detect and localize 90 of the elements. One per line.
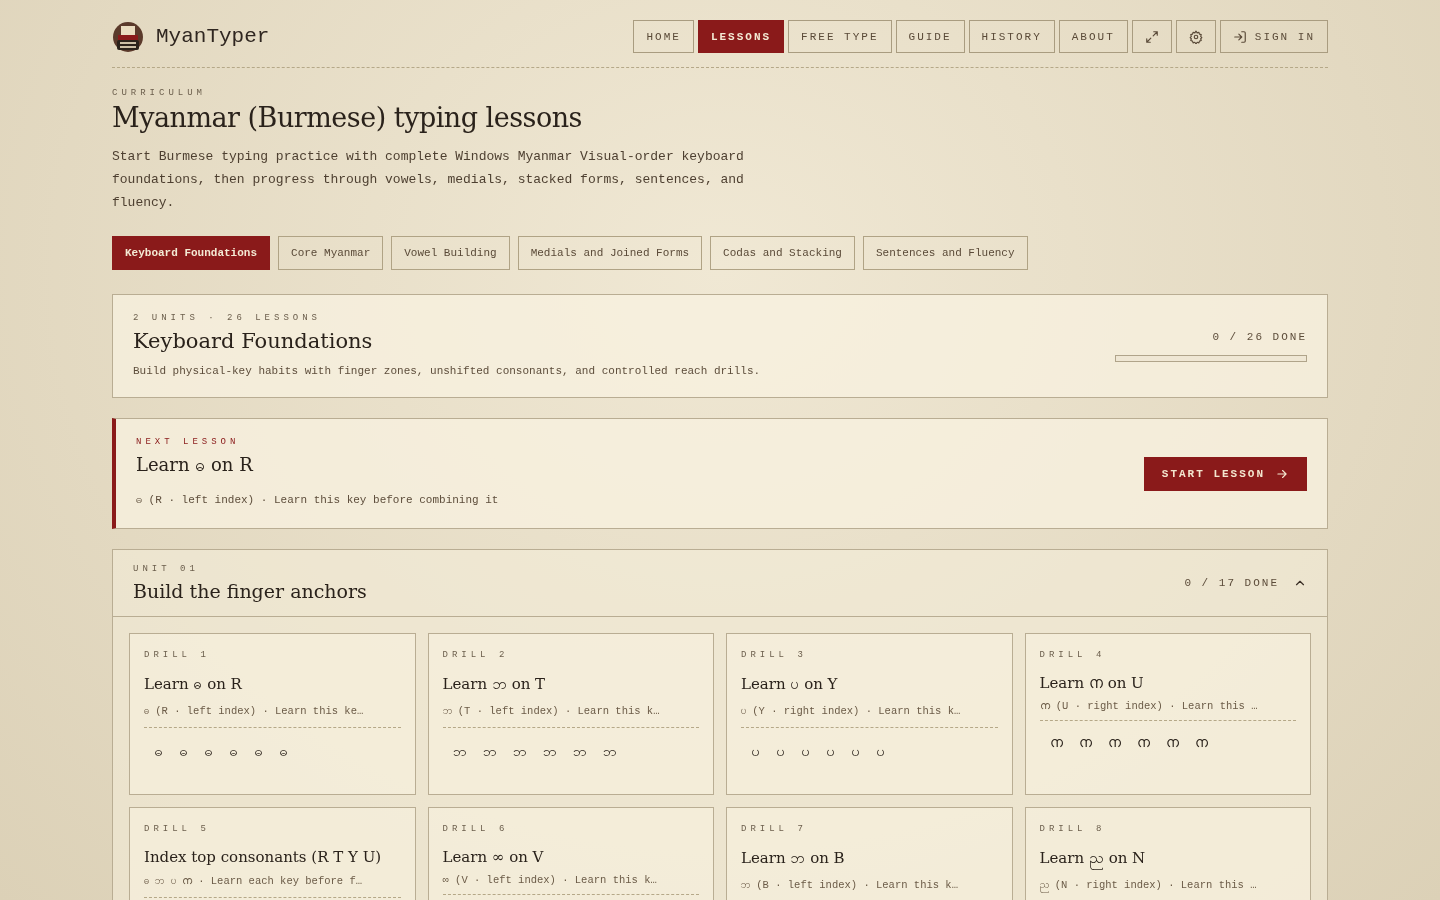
- drill-title: Learn ന on U: [1039, 674, 1145, 692]
- drill-label: DRILL 5: [144, 824, 211, 834]
- expand-icon: [1144, 29, 1159, 44]
- drill-card[interactable]: DRILL 6 Learn ∞ on V ∞ (V · left index) · Learn this k…: [427, 807, 714, 900]
- key-glyph: ဘ: [542, 743, 557, 762]
- key-glyph: ဓ: [229, 743, 238, 762]
- nav-link[interactable]: LESSONS: [697, 20, 785, 53]
- category-tab[interactable]: Sentences and Fluency: [862, 236, 1028, 270]
- key-glyph: ဓ: [254, 743, 263, 762]
- key-glyph: ဓ: [204, 743, 213, 762]
- key-glyph: ന: [1078, 735, 1092, 751]
- category-tab[interactable]: Vowel Building: [391, 236, 510, 270]
- unit-progress-text: 0 / 17 DONE: [1184, 577, 1279, 589]
- key-glyph: ပ: [851, 743, 860, 762]
- drill-detail: ဓ (R · left index) · Learn this ke…: [144, 704, 401, 728]
- drill-detail: ည (N · right index) · Learn this …: [1039, 878, 1296, 900]
- key-glyph: ന: [1165, 735, 1179, 751]
- drill-card[interactable]: DRILL 8 Learn ည on N ည (N · right index) · Learn this …: [1024, 807, 1311, 900]
- category-tab[interactable]: Core Myanmar: [278, 236, 384, 270]
- key-glyph: ပ: [776, 743, 785, 762]
- next-lesson-title: Learn ဓ on R: [136, 453, 255, 477]
- drill-title: Learn ∞ on V: [442, 848, 545, 866]
- category-tab[interactable]: Codas and Stacking: [710, 236, 855, 270]
- drill-title: Learn ည on N: [1039, 848, 1296, 870]
- key-glyph: ന: [1194, 735, 1208, 751]
- key-glyph: ന: [1136, 735, 1150, 751]
- section-eyebrow: CURRICULUM: [112, 88, 207, 98]
- key-glyph: ပ: [801, 743, 810, 762]
- nav-link[interactable]: ABOUT: [1058, 20, 1128, 53]
- key-glyph: ဘ: [512, 743, 527, 762]
- drill-label: DRILL 4: [1039, 650, 1107, 660]
- course-meta: 2 UNITS · 26 LESSONS: [133, 313, 323, 323]
- key-glyph: ပ: [876, 743, 885, 762]
- drill-label: DRILL 1: [144, 650, 211, 660]
- course-description: Build physical-key habits with finger zones, unshifted consonants, and controlled reach drills.: [133, 365, 761, 377]
- drill-detail: ဘ (B · left index) · Learn this k…: [741, 878, 998, 900]
- nav-link[interactable]: HOME: [633, 20, 694, 53]
- drill-title: Learn ဘ on B: [741, 848, 846, 869]
- drill-detail: ဓ ဘ ပ ന · Learn each key before f…: [144, 874, 401, 898]
- progress-text: 0 / 26 DONE: [1212, 330, 1307, 343]
- nav-link[interactable]: HISTORY: [968, 20, 1055, 53]
- drill-title: Learn ဘ on T: [442, 674, 547, 695]
- brand-name[interactable]: MyanTyper: [156, 25, 270, 48]
- key-glyph: ဓ: [154, 743, 163, 762]
- start-lesson-button[interactable]: START LESSON: [1143, 456, 1307, 491]
- key-glyph: ဘ: [482, 743, 497, 762]
- key-glyph: ပ: [751, 743, 760, 762]
- drill-card[interactable]: DRILL 1 Learn ဓ on R ဓ (R · left index) · Learn this ke… ဓ ဓ ဓ ဓ ဓ ဓ: [129, 633, 416, 795]
- unit-title: Build the finger anchors: [133, 580, 367, 602]
- intro-text: Start Burmese typing practice with complete Windows Myanmar Visual-order keyboard foundations, then progress through vowels, medials, stacked forms, sentences, and fluency.: [112, 148, 745, 212]
- drill-card[interactable]: DRILL 7 Learn ဘ on B ဘ (B · left index) · Learn this k…: [726, 807, 1013, 900]
- drill-detail: ∞ (V · left index) · Learn this k…: [442, 874, 699, 895]
- key-glyph: ဘ: [602, 743, 617, 762]
- drill-card[interactable]: DRILL 3 Learn ပ on Y ပ (Y · right index) · Learn this k… ပ ပ ပ ပ ပ ပ: [726, 633, 1013, 795]
- category-tab[interactable]: Medials and Joined Forms: [517, 236, 703, 270]
- key-glyph: ဓ: [279, 743, 288, 762]
- sign-in-icon: [1232, 29, 1247, 44]
- drill-card[interactable]: DRILL 2 Learn ဘ on T ဘ (T · left index) · Learn this k… ဘ ဘ ဘ ဘ ဘ ဘ: [427, 633, 714, 795]
- key-glyph: ဘ: [572, 743, 587, 762]
- drill-detail: ന (U · right index) · Learn this …: [1039, 700, 1296, 721]
- settings-icon: [1188, 29, 1203, 44]
- drill-label: DRILL 2: [442, 650, 510, 660]
- nav-link[interactable]: GUIDE: [895, 20, 965, 53]
- page-title: Myanmar (Burmese) typing lessons: [112, 102, 583, 133]
- sign-in-button[interactable]: SIGN IN: [1219, 20, 1328, 53]
- typewriter-logo: [112, 20, 144, 53]
- course-title: Keyboard Foundations: [133, 329, 374, 353]
- key-glyph: ပ: [826, 743, 835, 762]
- next-lesson-detail: ဓ (R · left index) · Learn this key before combining it: [136, 493, 499, 508]
- nav-link[interactable]: FREE TYPE: [788, 20, 892, 53]
- next-lesson-eyebrow: NEXT LESSON: [136, 437, 241, 447]
- drill-title: Index top consonants (R T Y U): [144, 848, 383, 866]
- drill-label: DRILL 7: [741, 824, 808, 834]
- drill-card[interactable]: DRILL 4 Learn ന on U ന (U · right index) · Learn this … ന ന ന ന ന ന: [1024, 633, 1311, 795]
- settings-button[interactable]: [1175, 20, 1216, 53]
- drill-label: DRILL 3: [741, 650, 808, 660]
- unit-eyebrow: UNIT 01: [133, 564, 200, 574]
- drill-detail: ပ (Y · right index) · Learn this k…: [741, 704, 998, 728]
- category-tab[interactable]: Keyboard Foundations: [112, 236, 271, 270]
- drill-card[interactable]: DRILL 5 Index top consonants (R T Y U) ဓ ဘ ပ ന · Learn each key before f…: [129, 807, 416, 900]
- key-glyph: ന: [1049, 735, 1063, 751]
- drill-title: Learn ပ on Y: [741, 674, 839, 695]
- fullscreen-button[interactable]: [1131, 20, 1172, 53]
- key-glyph: ဓ: [179, 743, 188, 762]
- drill-label: DRILL 6: [442, 824, 510, 834]
- drill-label: DRILL 8: [1039, 824, 1107, 834]
- key-glyph: ന: [1107, 735, 1121, 751]
- drill-detail: ဘ (T · left index) · Learn this k…: [442, 704, 699, 728]
- key-glyph: ဘ: [452, 743, 467, 762]
- drill-title: Learn ဓ on R: [144, 674, 243, 695]
